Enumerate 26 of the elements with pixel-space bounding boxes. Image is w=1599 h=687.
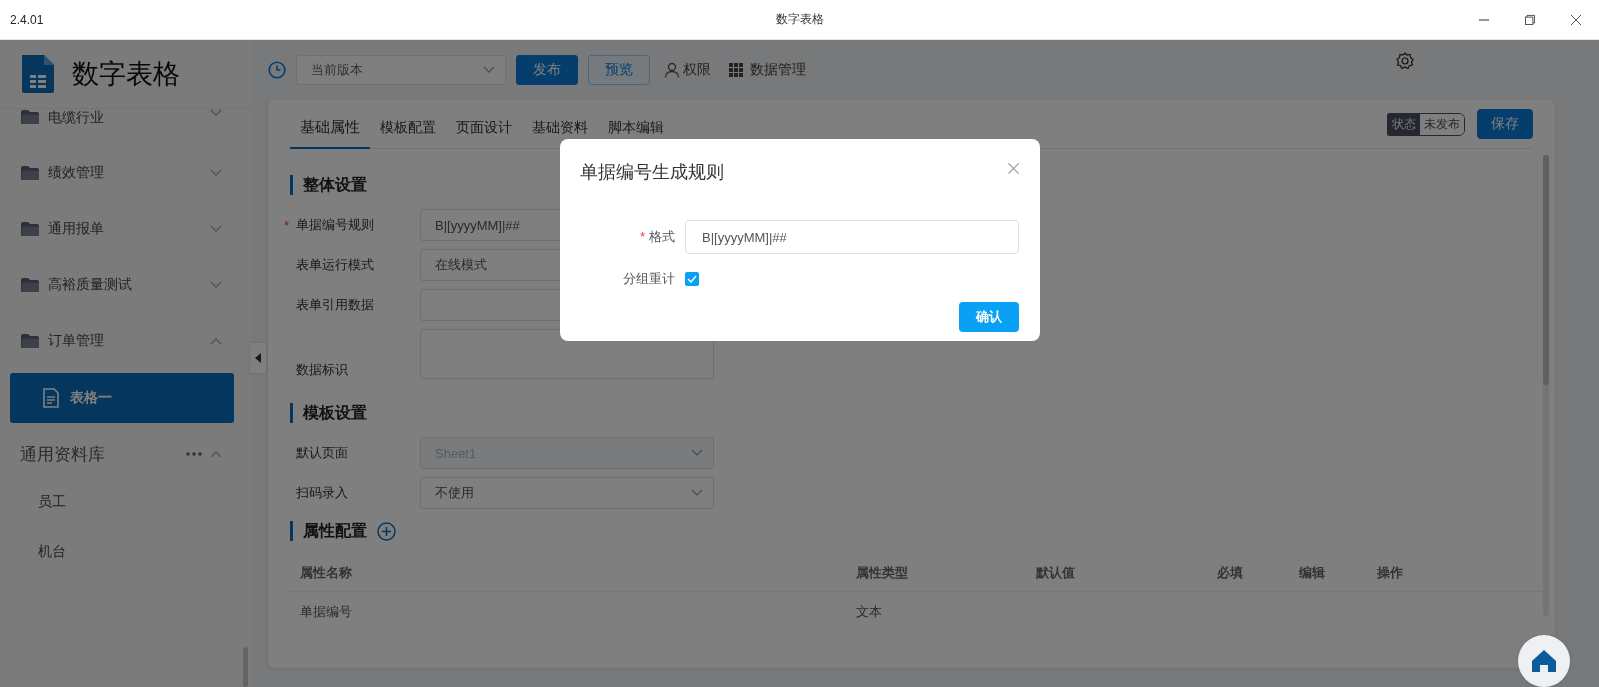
field-label: 默认页面 [296, 444, 348, 462]
field-label: 单据编号规则 [296, 216, 374, 234]
field-label: 表单引用数据 [296, 296, 374, 314]
column-header: 默认值 [1036, 564, 1076, 582]
section-title: 属性配置 [303, 520, 367, 541]
column-header: 编辑 [1299, 564, 1326, 582]
column-header: 必填 [1217, 564, 1244, 582]
column-header: 属性类型 [856, 564, 909, 582]
section-title: 模板设置 [303, 402, 367, 423]
table-cell-text: 文本 [856, 603, 883, 621]
table-cell-text: 单据编号 [300, 603, 353, 621]
column-header: 操作 [1377, 564, 1404, 582]
field-label: 格式 [649, 229, 675, 244]
section-title: 整体设置 [303, 174, 367, 195]
status-badge: 状态 未发布 [1387, 112, 1465, 136]
app-name: 数字表格 [72, 58, 180, 91]
field-label: 表单运行模式 [296, 256, 374, 274]
field-label: 扫码录入 [296, 484, 348, 502]
column-header: 属性名称 [300, 564, 353, 582]
field-label: 数据标识 [296, 361, 348, 379]
window-title: 数字表格 [775, 12, 824, 26]
checkbox-label: 分组重计 [622, 270, 676, 288]
required-mark: * [284, 217, 291, 233]
dialog-title: 单据编号生成规则 [580, 161, 724, 184]
app-version: 2.4.01 [10, 12, 44, 27]
required-mark: * [639, 229, 645, 244]
